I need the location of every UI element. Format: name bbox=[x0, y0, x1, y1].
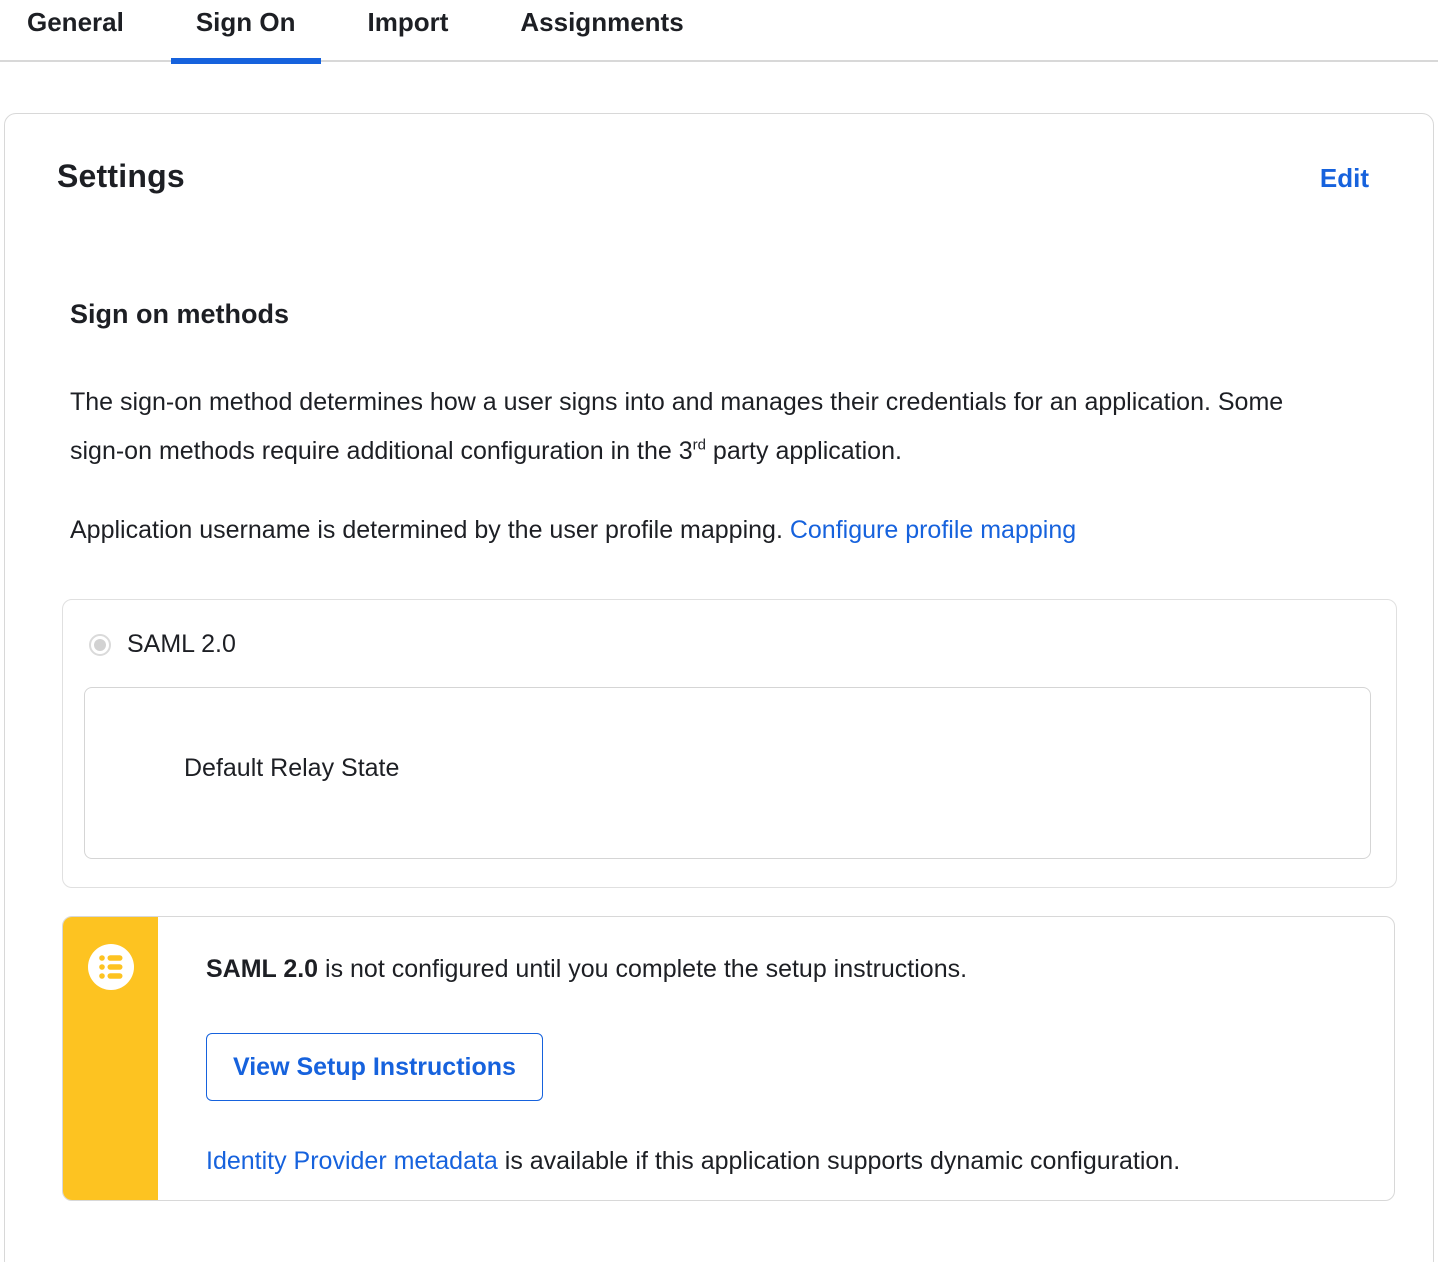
edit-link[interactable]: Edit bbox=[1320, 163, 1369, 194]
settings-card: Settings Edit Sign on methods The sign-o… bbox=[4, 113, 1434, 1262]
view-setup-instructions-button[interactable]: View Setup Instructions bbox=[206, 1033, 543, 1101]
tab-sign-on[interactable]: Sign On bbox=[170, 7, 321, 64]
settings-card-header: Settings Edit bbox=[57, 158, 1369, 195]
saml-option-box: SAML 2.0 Default Relay State bbox=[62, 599, 1397, 888]
saml-radio-label: SAML 2.0 bbox=[127, 630, 236, 658]
ordinal-superscript: rd bbox=[692, 436, 706, 454]
application-username-note: Application username is determined by th… bbox=[70, 506, 1310, 555]
identity-provider-metadata-link[interactable]: Identity Provider metadata bbox=[206, 1147, 498, 1175]
description-text-part1: The sign-on method determines how a user… bbox=[70, 388, 1284, 465]
relay-state-panel: Default Relay State bbox=[84, 687, 1371, 859]
callout-message-rest: is not configured until you complete the… bbox=[318, 955, 968, 983]
callout-accent-bar bbox=[63, 917, 158, 1200]
saml-radio-row: SAML 2.0 bbox=[89, 630, 1370, 659]
saml-radio-button[interactable] bbox=[89, 633, 111, 656]
default-relay-state-label: Default Relay State bbox=[184, 754, 400, 782]
saml-setup-callout: SAML 2.0 is not configured until you com… bbox=[62, 916, 1395, 1201]
metadata-note: Identity Provider metadata is available … bbox=[206, 1143, 1354, 1179]
tab-import[interactable]: Import bbox=[343, 7, 474, 60]
tab-assignments[interactable]: Assignments bbox=[495, 7, 708, 60]
list-icon bbox=[87, 944, 134, 990]
tab-general[interactable]: General bbox=[2, 7, 149, 60]
settings-title: Settings bbox=[57, 158, 185, 194]
username-note-text: Application username is determined by th… bbox=[70, 516, 790, 544]
callout-body: SAML 2.0 is not configured until you com… bbox=[158, 917, 1394, 1200]
app-tab-bar: General Sign On Import Assignments bbox=[0, 0, 1438, 64]
callout-message: SAML 2.0 is not configured until you com… bbox=[206, 951, 1354, 987]
metadata-note-rest: is available if this application support… bbox=[497, 1147, 1181, 1175]
sign-on-methods-description: The sign-on method determines how a user… bbox=[70, 378, 1310, 476]
description-text-part2: party application. bbox=[705, 437, 902, 465]
sign-on-methods-section: Sign on methods The sign-on method deter… bbox=[62, 299, 1397, 1201]
configure-profile-mapping-link[interactable]: Configure profile mapping bbox=[790, 516, 1076, 544]
sign-on-methods-heading: Sign on methods bbox=[70, 299, 289, 329]
callout-message-bold: SAML 2.0 bbox=[206, 955, 319, 983]
